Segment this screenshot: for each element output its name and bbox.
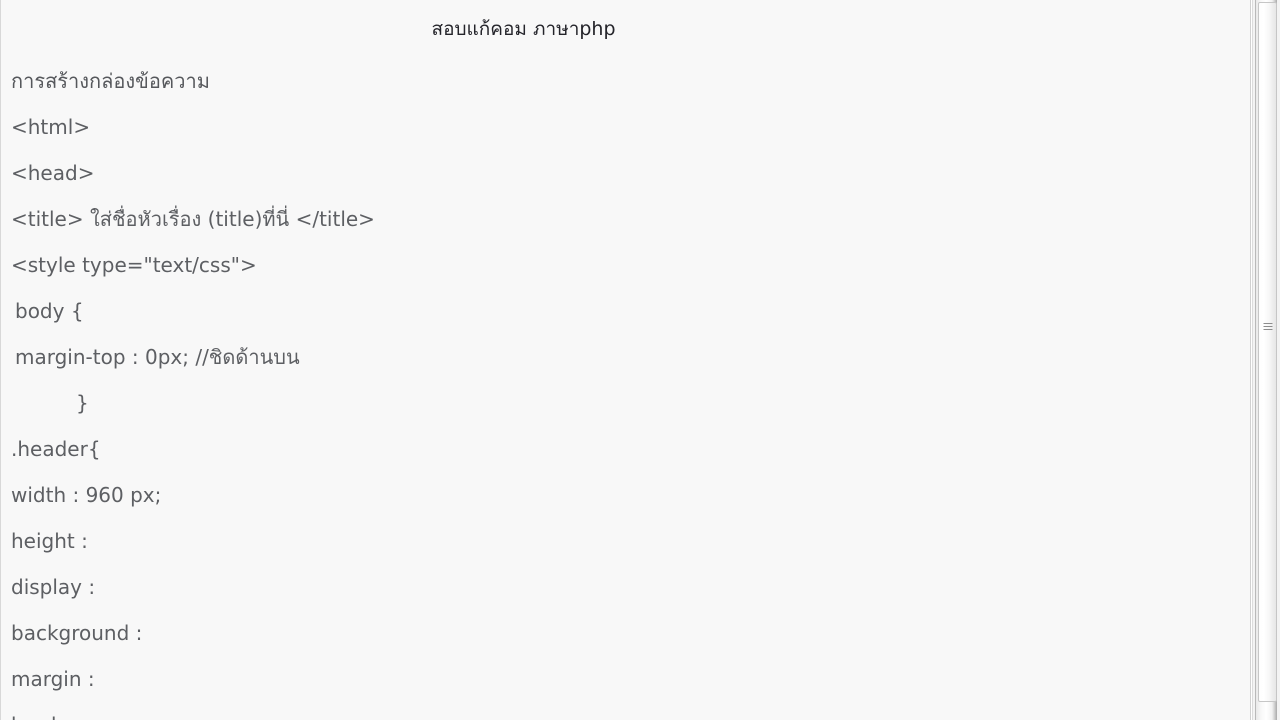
- document-body: การสร้างกล่องข้อความ <html> <head> <titl…: [1, 58, 1250, 720]
- code-line: margin-top : 0px; //ชิดด้านบน: [15, 345, 300, 369]
- code-line: body {: [15, 299, 84, 323]
- code-line: <title> ใส่ชื่อหัวเรื่อง (title)ที่นี่ <…: [11, 207, 375, 231]
- code-line: .header{: [11, 437, 101, 461]
- vertical-scrollbar[interactable]: [1252, 0, 1280, 720]
- document-title: สอบแก้คอม ภาษาphp: [431, 18, 616, 40]
- code-line: <head>: [11, 161, 95, 185]
- code-line: }: [76, 391, 89, 415]
- section-heading: การสร้างกล่องข้อความ: [11, 69, 210, 93]
- code-line: <html>: [11, 115, 91, 139]
- code-line: border :: [1, 702, 1250, 720]
- code-line: background :: [11, 621, 143, 645]
- scrollbar-track[interactable]: [1255, 0, 1277, 720]
- code-line: display :: [11, 575, 96, 599]
- scrollbar-grip-icon: [1263, 323, 1272, 332]
- code-line: margin :: [11, 667, 95, 691]
- code-line: <style type="text/css">: [11, 253, 257, 277]
- document-page: สอบแก้คอม ภาษาphp การสร้างกล่องข้อความ <…: [0, 0, 1251, 720]
- scrollbar-thumb[interactable]: [1258, 2, 1277, 702]
- code-line: width : 960 px;: [11, 483, 162, 507]
- code-line: height :: [11, 529, 88, 553]
- browser-viewport: สอบแก้คอม ภาษาphp การสร้างกล่องข้อความ <…: [0, 0, 1280, 720]
